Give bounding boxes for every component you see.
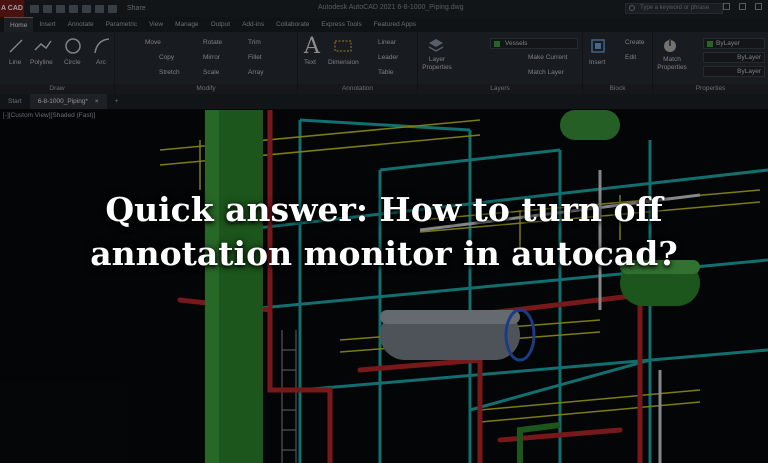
headline-line-1: Quick answer: How to turn off xyxy=(105,190,663,229)
headline: Quick answer: How to turn off annotation… xyxy=(40,188,728,276)
headline-line-2: annotation monitor in autocad? xyxy=(90,234,678,273)
